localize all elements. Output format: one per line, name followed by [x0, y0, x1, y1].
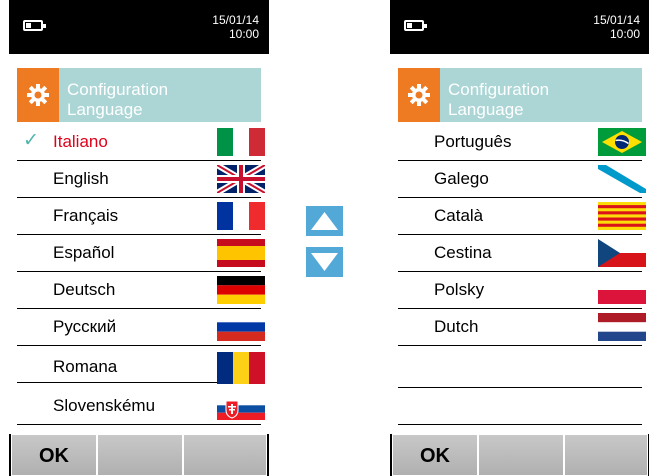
language-label: Polsky — [434, 280, 485, 299]
status-bar: 15/01/14 10:00 — [390, 0, 649, 54]
germany-flag — [217, 276, 265, 304]
scroll-down-button[interactable] — [306, 247, 343, 277]
language-row-galego[interactable]: Galego — [398, 161, 646, 198]
datetime: 15/01/14 10:00 — [212, 13, 259, 41]
france-flag — [217, 202, 265, 230]
softkey-2[interactable] — [97, 434, 183, 476]
language-row-catala[interactable]: Català — [398, 198, 646, 235]
datetime: 15/01/14 10:00 — [593, 13, 640, 41]
header-line-2: Language — [448, 100, 524, 119]
language-label: Català — [434, 206, 484, 225]
ok-button-label: OK — [39, 445, 69, 467]
uk-flag — [217, 165, 265, 193]
date-label: 15/01/14 — [212, 13, 259, 27]
language-row-empty-1 — [398, 346, 642, 388]
spain-flag — [217, 239, 265, 267]
ok-button-label: OK — [420, 445, 450, 467]
ok-button[interactable]: OK — [392, 434, 478, 476]
language-row-dutch[interactable]: Dutch — [398, 309, 646, 346]
page-title: Configuration Language — [67, 80, 168, 120]
language-row-espanol[interactable]: Español — [17, 235, 265, 272]
header-line-1: Configuration — [448, 80, 550, 99]
softkey-3[interactable] — [564, 434, 648, 476]
language-row-francais[interactable]: Français — [17, 198, 265, 235]
language-label: English — [53, 169, 109, 188]
header-line-1: Configuration — [67, 80, 169, 99]
poland-flag — [598, 276, 646, 304]
language-row-polsky[interactable]: Polsky — [398, 272, 646, 309]
arrow-up-icon — [311, 212, 338, 230]
scroll-up-button[interactable] — [306, 206, 343, 236]
language-row-empty-2 — [398, 388, 642, 425]
language-row-romana[interactable]: Romana — [17, 346, 265, 384]
galicia-flag — [598, 165, 646, 193]
czech-flag — [598, 239, 646, 267]
language-row-cestina[interactable]: Cestina — [398, 235, 646, 272]
time-label: 10:00 — [609, 27, 640, 41]
language-label: Русский — [53, 317, 117, 336]
language-row-italiano[interactable]: ✓ Italiano — [17, 124, 265, 161]
gear-icon — [17, 68, 59, 122]
language-label: Italiano — [53, 132, 108, 151]
language-label: Cestina — [434, 243, 492, 262]
language-label: Romana — [53, 357, 118, 376]
device-screen-left: 15/01/14 10:00 Configuration Language ✓ … — [9, 0, 269, 476]
status-bar: 15/01/14 10:00 — [9, 0, 269, 54]
romania-flag — [217, 352, 265, 384]
page-title: Configuration Language — [448, 80, 549, 120]
language-row-slovenskemu[interactable]: Slovenskému — [17, 388, 265, 425]
date-label: 15/01/14 — [593, 13, 640, 27]
language-row-english[interactable]: English — [17, 161, 265, 198]
device-screen-right: 15/01/14 10:00 Configuration Language Po… — [390, 0, 649, 476]
italy-flag — [217, 128, 265, 156]
brazil-flag — [598, 128, 646, 156]
time-label: 10:00 — [228, 27, 259, 41]
softkey-bar: OK — [9, 434, 269, 476]
language-label: Português — [434, 132, 512, 151]
header-line-2: Language — [67, 100, 143, 119]
softkey-3[interactable] — [183, 434, 267, 476]
battery-icon — [404, 20, 427, 31]
softkey-bar: OK — [390, 434, 649, 476]
catalonia-flag — [598, 202, 646, 230]
arrow-down-icon — [311, 253, 338, 271]
check-icon: ✓ — [23, 130, 39, 151]
language-label: Galego — [434, 169, 489, 188]
language-label: Dutch — [434, 317, 479, 336]
language-row-deutsch[interactable]: Deutsch — [17, 272, 265, 309]
language-row-russian[interactable]: Русский — [17, 309, 265, 346]
language-label: Français — [53, 206, 119, 225]
language-label: Español — [53, 243, 115, 262]
softkey-2[interactable] — [478, 434, 564, 476]
language-row-portugues[interactable]: Português — [398, 124, 646, 161]
slovakia-flag — [217, 398, 265, 420]
netherlands-flag — [598, 313, 646, 341]
language-label: Deutsch — [53, 280, 116, 299]
russia-flag — [217, 313, 265, 341]
battery-icon — [23, 20, 46, 31]
language-label: Slovenskému — [53, 396, 156, 415]
ok-button[interactable]: OK — [11, 434, 97, 476]
gear-icon — [398, 68, 440, 122]
